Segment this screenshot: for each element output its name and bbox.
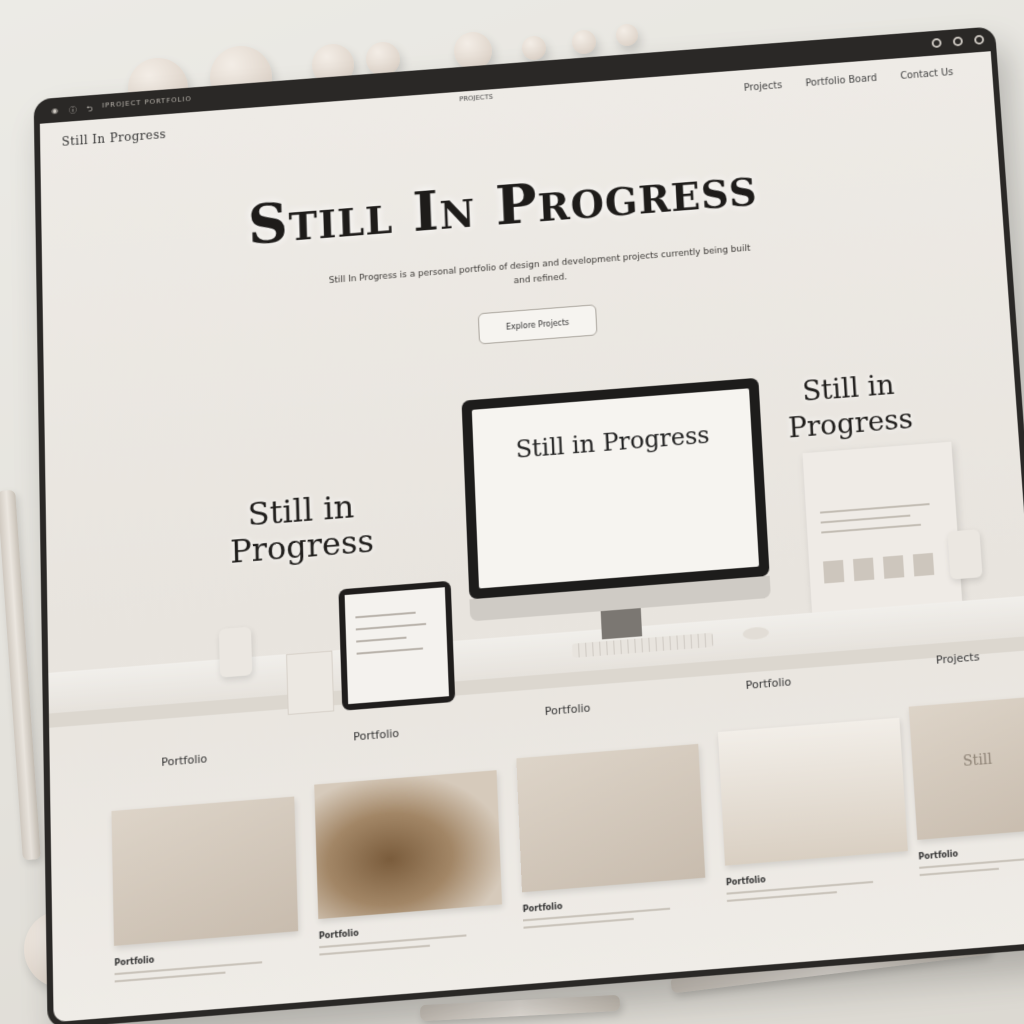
explore-button[interactable]: Explore Projects	[477, 304, 598, 345]
decor-disc	[616, 24, 638, 46]
decor-disc	[366, 42, 400, 76]
info-icon: ⓘ	[68, 105, 77, 115]
vase	[218, 626, 253, 678]
small-tablet-line	[356, 647, 424, 655]
desktop-monitor: Still in Progress	[461, 377, 770, 600]
minimize-icon[interactable]	[931, 37, 942, 49]
portfolio-card[interactable]: Portfolio	[111, 796, 299, 983]
maximize-icon[interactable]	[952, 36, 964, 47]
top-nav: Projects Portfolio Board Contact Us	[744, 67, 954, 93]
showcase-right-text: Still in Progress	[787, 368, 914, 445]
portfolio-card[interactable]: Portfolio	[516, 743, 707, 929]
poster-thumb	[823, 559, 845, 584]
card-image[interactable]	[516, 743, 706, 893]
poster	[802, 441, 963, 613]
small-tablet-line	[356, 636, 407, 643]
card-title[interactable]: Portfolio	[523, 890, 707, 915]
photo-frame	[286, 650, 335, 716]
card-image[interactable]	[717, 717, 908, 866]
card-image[interactable]	[314, 770, 503, 920]
small-tablet-line	[355, 611, 416, 619]
poster-thumb	[852, 557, 875, 582]
poster-line	[820, 503, 930, 514]
poster-line	[820, 514, 911, 524]
section-label: Projects	[935, 650, 980, 667]
poster-line	[821, 523, 921, 534]
monitor-stand	[600, 608, 643, 640]
card-image[interactable]	[111, 796, 299, 946]
nav-item-contact[interactable]: Contact Us	[900, 67, 954, 81]
tablet-device: ◉ ⓘ ⮌ IPROJECT PORTFOLIO Still In Progre…	[33, 26, 1024, 1024]
card-image[interactable]: Still	[908, 696, 1024, 840]
shield-icon: ◉	[51, 106, 59, 116]
portfolio-card[interactable]: Still Portfolio	[908, 696, 1024, 877]
card-title[interactable]: Portfolio	[726, 863, 910, 888]
decor-disc	[572, 30, 596, 54]
small-tablet	[338, 580, 456, 711]
nav-item-portfolio-board[interactable]: Portfolio Board	[805, 73, 877, 89]
poster-thumb	[912, 552, 935, 577]
portfolio-card[interactable]: Portfolio	[314, 770, 503, 956]
card-title[interactable]: Portfolio	[114, 944, 299, 968]
section-label: Portfolio	[745, 675, 792, 693]
monitor-text: Still in Progress	[515, 421, 711, 464]
card-text-line	[919, 867, 999, 877]
showcase-left-text: Still in Progress	[229, 487, 375, 571]
poster-thumb	[882, 555, 905, 579]
small-tablet-screen	[344, 587, 450, 705]
card-overlay-text: Still	[962, 751, 993, 771]
portfolio-card[interactable]: Portfolio	[717, 717, 910, 902]
site-brand[interactable]: Still In Progress	[62, 127, 167, 148]
hero-title: Still In Progress	[247, 154, 759, 258]
decor-disc	[522, 36, 546, 60]
decor-pen	[419, 994, 621, 1022]
monitor-screen: Still in Progress	[471, 388, 760, 589]
nav-center-label[interactable]: PROJECTS	[459, 93, 493, 103]
small-tablet-line	[355, 622, 427, 631]
back-icon[interactable]: ⮌	[86, 104, 93, 118]
nav-item-projects[interactable]: Projects	[744, 80, 783, 93]
card-title[interactable]: Portfolio	[319, 917, 503, 941]
hero-subtitle: Still In Progress is a personal portfoli…	[328, 243, 751, 287]
section-label: Portfolio	[161, 752, 208, 770]
close-icon[interactable]	[974, 34, 985, 45]
section-label: Portfolio	[544, 701, 591, 719]
vase	[947, 529, 983, 580]
website-viewport: Still In Progress PROJECTS Projects Port…	[39, 51, 1024, 1023]
decor-pencil	[0, 489, 41, 861]
section-label: Portfolio	[353, 726, 400, 744]
browser-tab-title[interactable]: IPROJECT PORTFOLIO	[102, 95, 192, 109]
